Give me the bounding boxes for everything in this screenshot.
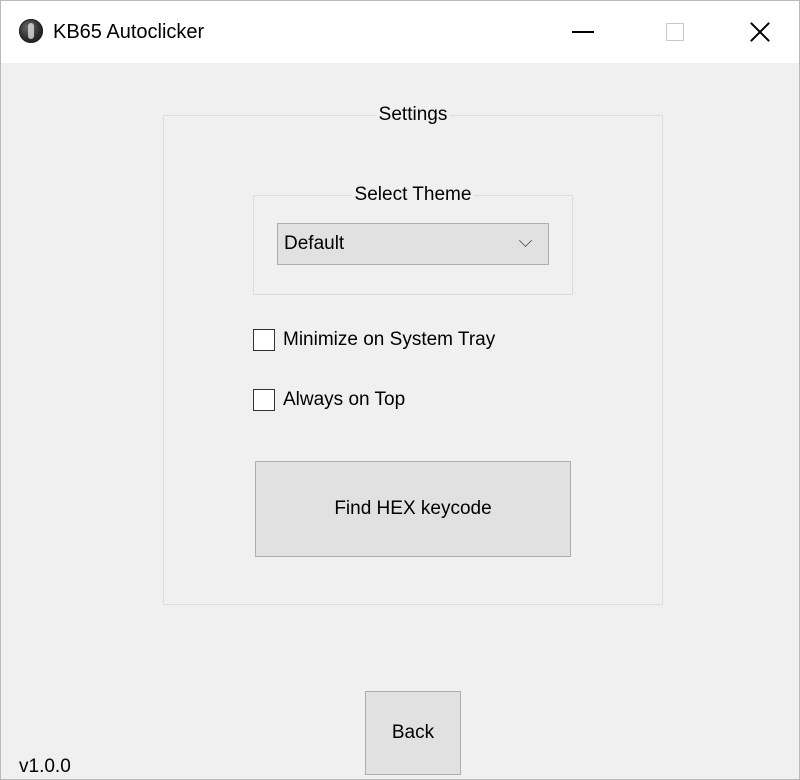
maximize-button[interactable] — [629, 1, 721, 63]
find-hex-keycode-button[interactable]: Find HEX keycode — [255, 461, 571, 557]
back-button[interactable]: Back — [365, 691, 461, 775]
minimize-icon — [572, 31, 594, 33]
settings-group-title: Settings — [375, 104, 451, 125]
app-window: KB65 Autoclicker Settings Select Theme D… — [0, 0, 800, 780]
minimize-button[interactable] — [537, 1, 629, 63]
close-button[interactable] — [721, 1, 799, 63]
close-icon — [749, 21, 771, 43]
minimize-tray-checkbox[interactable] — [253, 329, 275, 351]
title-bar[interactable]: KB65 Autoclicker — [1, 1, 799, 63]
maximize-icon — [666, 23, 684, 41]
theme-select[interactable]: Default — [277, 223, 549, 265]
theme-group-title: Select Theme — [351, 184, 475, 205]
always-on-top-label: Always on Top — [283, 389, 406, 410]
always-on-top-checkbox[interactable] — [253, 389, 275, 411]
theme-select-value: Default — [284, 233, 345, 254]
app-globe-icon — [19, 19, 43, 43]
minimize-tray-option[interactable]: Minimize on System Tray — [253, 327, 495, 353]
always-on-top-option[interactable]: Always on Top — [253, 387, 405, 413]
window-title: KB65 Autoclicker — [53, 21, 205, 43]
minimize-tray-label: Minimize on System Tray — [283, 329, 496, 350]
chevron-down-icon — [519, 233, 532, 247]
version-label: v1.0.0 — [19, 756, 71, 777]
